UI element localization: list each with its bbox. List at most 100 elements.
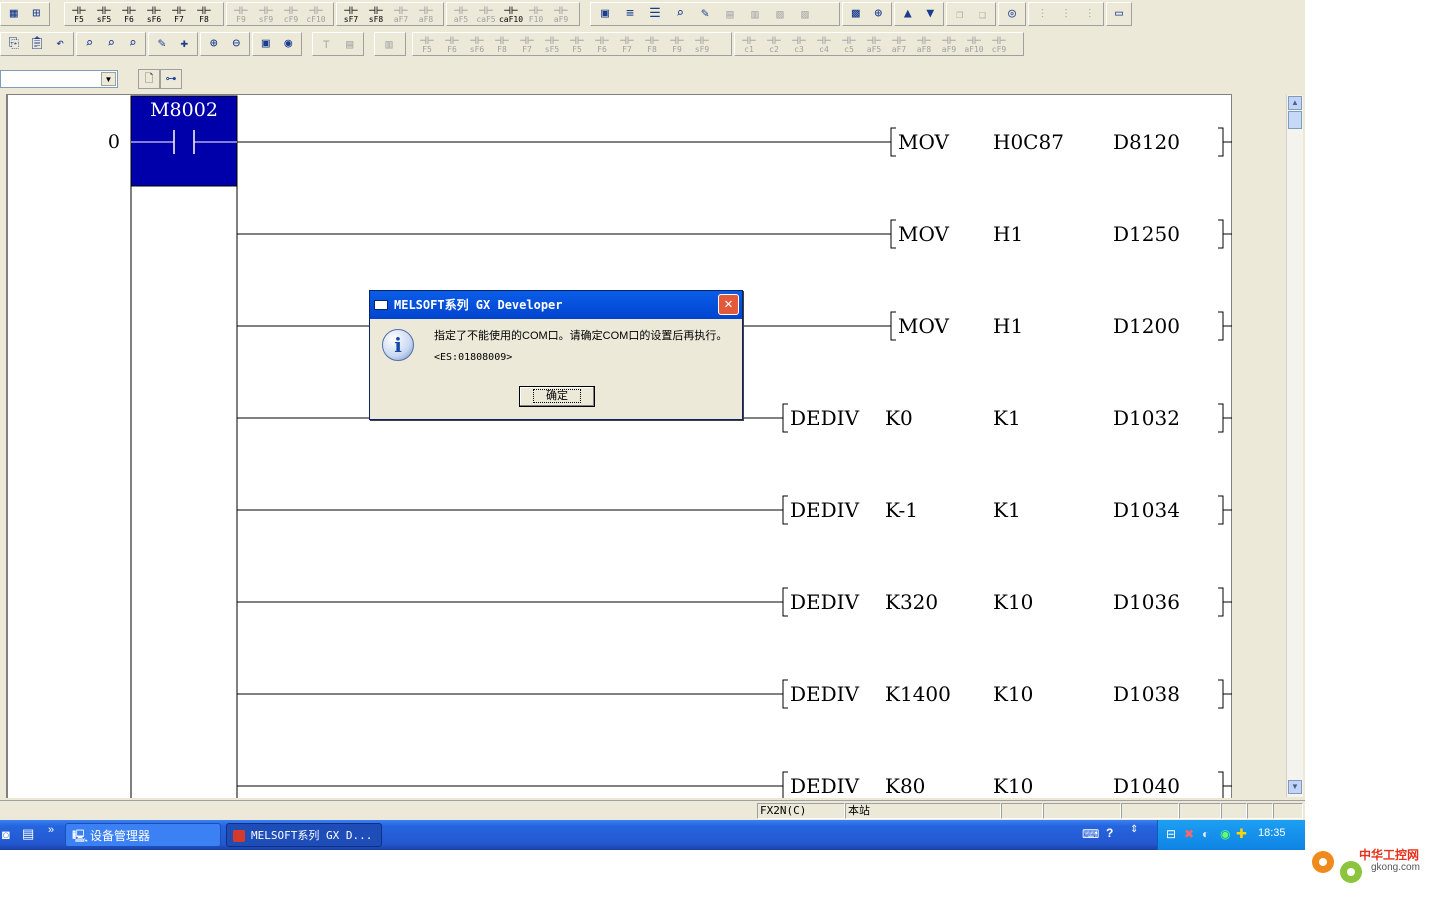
ime-icon[interactable]: ⇕ — [1130, 824, 1138, 835]
align-center-icon[interactable]: ⫶ — [1055, 3, 1078, 25]
copy-icon[interactable]: ⎘ — [3, 33, 25, 55]
window-icon[interactable]: ❐ — [949, 3, 971, 25]
ladder-icon[interactable]: ≡ — [618, 3, 642, 25]
ladder-symbol-button[interactable]: ⊣⊢ c2 — [762, 33, 786, 55]
ladder-symbol-button[interactable]: ⊣⊢ F5 — [67, 3, 91, 25]
ladder-symbol-button[interactable]: ⊣⊢ aF5 — [862, 33, 886, 55]
ladder-symbol-button[interactable]: ⊣⊢ F7 — [615, 33, 639, 55]
search-icon[interactable]: ⊕ — [868, 3, 890, 25]
ladder-symbol-button[interactable]: ⊣⊢ F8 — [192, 3, 216, 25]
statement-icon[interactable]: ✚ — [174, 33, 196, 55]
update-icon[interactable]: ✚ — [1236, 826, 1247, 842]
read-mode-icon[interactable]: ⊤ — [315, 33, 338, 55]
ladder-symbol-button[interactable]: ⊣⊢ aF7 — [389, 3, 413, 25]
cascade-icon[interactable]: ❏ — [972, 3, 994, 25]
stop-icon[interactable]: ▼ — [920, 3, 942, 25]
ladder-symbol-button[interactable]: ⊣⊢ aF9 — [549, 3, 573, 25]
transfer-icon[interactable]: ▨ — [793, 3, 817, 25]
chevron-down-icon[interactable]: ▼ — [101, 72, 116, 86]
grid-icon[interactable]: ▦ — [3, 3, 25, 25]
zoom-in-icon[interactable]: ⊕ — [203, 33, 225, 55]
ladder-symbol-button[interactable]: ⊣⊢ sF9 — [254, 3, 278, 25]
ladder-symbol-button[interactable]: ⊣⊢ aF8 — [414, 3, 438, 25]
ladder-symbol-button[interactable]: ⊣⊢ cF10 — [304, 3, 328, 25]
find-char-icon[interactable]: ⌕ — [122, 33, 143, 55]
list-icon[interactable]: ☰ — [643, 3, 667, 25]
list-view-icon[interactable]: ⊶ — [160, 69, 182, 89]
ladder-symbol-button[interactable]: ⊣⊢ sF6 — [142, 3, 166, 25]
read-icon[interactable]: ▤ — [718, 3, 742, 25]
screen-icon[interactable]: ▭ — [1109, 3, 1129, 25]
monitor-icon[interactable]: ▣ — [593, 3, 617, 25]
network-icon[interactable]: ⊟ — [1166, 827, 1176, 841]
ladder-symbol-button[interactable]: ⊣⊢ c4 — [812, 33, 836, 55]
ladder-symbol-button[interactable]: ⊣⊢ F6 — [117, 3, 141, 25]
ladder-symbol-button[interactable]: ⊣⊢ F7 — [167, 3, 191, 25]
ladder-symbol-button[interactable]: ⊣⊢ caF5 — [474, 3, 498, 25]
align-right-icon[interactable]: ⫶ — [1078, 3, 1101, 25]
undo-icon[interactable]: ↶ — [49, 33, 71, 55]
ladder-symbol-button[interactable]: ⊣⊢ aF7 — [887, 33, 911, 55]
ladder-symbol-button[interactable]: ⊣⊢ aF5 — [449, 3, 473, 25]
ladder-symbol-button[interactable]: ⊣⊢ F10 — [524, 3, 548, 25]
ladder-symbol-button[interactable]: ⊣⊢ F5 — [565, 33, 589, 55]
volume-icon[interactable]: ◐ — [1202, 827, 1209, 841]
program-combobox[interactable]: ▼ — [0, 70, 118, 88]
ladder-symbol-button[interactable]: ⊣⊢ sF6 — [465, 33, 489, 55]
zoom-icon[interactable]: ⌕ — [668, 3, 692, 25]
ladder-symbol-button[interactable]: ⊣⊢ sF9 — [690, 33, 714, 55]
find-contact-icon[interactable]: ⌕ — [101, 33, 122, 55]
verify-icon[interactable]: ▧ — [768, 3, 792, 25]
ladder-symbol-button[interactable]: ⊣⊢ F8 — [490, 33, 514, 55]
tree-icon[interactable]: ⊞ — [26, 3, 48, 25]
ladder-symbol-button[interactable]: ⊣⊢ caF10 — [499, 3, 523, 25]
ladder-symbol-button[interactable]: ⊣⊢ aF9 — [937, 33, 961, 55]
ladder-symbol-button[interactable]: ⊣⊢ F9 — [229, 3, 253, 25]
ladder-symbol-button[interactable]: ⊣⊢ aF10 — [962, 33, 986, 55]
ladder-symbol-button[interactable]: ⊣⊢ sF5 — [540, 33, 564, 55]
keyboard-icon[interactable]: ⌨ — [1082, 827, 1099, 841]
dialog-titlebar[interactable]: MELSOFT系列 GX Developer ✕ — [370, 291, 742, 319]
ladder-symbol-button[interactable]: ⊣⊢ c3 — [787, 33, 811, 55]
ladder-editor[interactable]: 0 M8002 MOV H0C87 D8120 MOV H1 D1250 MOV H1 D1200 D… — [6, 94, 1232, 798]
ladder-symbol-button[interactable]: ⊣⊢ F8 — [640, 33, 664, 55]
comment-icon[interactable]: ✎ — [151, 33, 173, 55]
ladder-symbol-button[interactable]: ⊣⊢ c1 — [737, 33, 761, 55]
help-icon[interactable]: ? — [1106, 826, 1113, 840]
ladder-symbol-button[interactable]: ⊣⊢ F7 — [515, 33, 539, 55]
ladder-view-icon[interactable]: 🗋︎ — [138, 69, 160, 89]
ok-button[interactable]: 确定 — [519, 386, 595, 407]
ladder-symbol-button[interactable]: ⊣⊢ F6 — [440, 33, 464, 55]
ladder-symbol-button[interactable]: ⊣⊢ sF7 — [339, 3, 363, 25]
align-left-icon[interactable]: ⫶ — [1031, 3, 1054, 25]
ladder-symbol-button[interactable]: ⊣⊢ sF8 — [364, 3, 388, 25]
ladder-symbol-button[interactable]: ⊣⊢ F9 — [665, 33, 689, 55]
ladder-symbol-button[interactable]: ⊣⊢ cF9 — [987, 33, 1011, 55]
ladder-symbol-button[interactable]: ⊣⊢ F6 — [590, 33, 614, 55]
antivirus-icon[interactable]: ◉ — [1220, 827, 1230, 841]
ladder-symbol-button[interactable]: ⊣⊢ aF8 — [912, 33, 936, 55]
write-icon[interactable]: ▥ — [743, 3, 767, 25]
preview-icon[interactable]: ▣ — [255, 33, 277, 55]
chevron-right-icon[interactable]: » — [48, 824, 54, 836]
vertical-scrollbar[interactable]: ▲ ▼ — [1286, 95, 1303, 797]
zoom-out-icon[interactable]: ⊖ — [226, 33, 248, 55]
convert-icon[interactable]: ▥ — [377, 33, 401, 55]
quicklaunch-icon[interactable]: ▤ — [22, 826, 34, 842]
close-icon[interactable]: ✕ — [718, 294, 739, 315]
device-icon[interactable]: ▩ — [845, 3, 867, 25]
ladder-symbol-button[interactable]: ⊣⊢ cF9 — [279, 3, 303, 25]
scroll-down-icon[interactable]: ▼ — [1288, 780, 1302, 794]
print-icon[interactable]: ◉ — [278, 33, 300, 55]
ladder-symbol-button[interactable]: ⊣⊢ c5 — [837, 33, 861, 55]
scroll-up-icon[interactable]: ▲ — [1288, 96, 1302, 110]
ladder-symbol-button[interactable]: ⊣⊢ sF5 — [92, 3, 116, 25]
diagnostics-icon[interactable]: ◎ — [1001, 3, 1023, 25]
edit-icon[interactable]: ✎ — [693, 3, 717, 25]
taskbar-button-device-manager[interactable]: 🖳︎ 设备管理器 — [65, 823, 221, 847]
write-mode-icon[interactable]: ▤ — [339, 33, 362, 55]
scroll-thumb[interactable] — [1288, 111, 1302, 129]
find-icon[interactable]: ⌕ — [79, 33, 100, 55]
run-icon[interactable]: ▲ — [897, 3, 919, 25]
desktop-icon[interactable]: ◙ — [2, 827, 10, 842]
